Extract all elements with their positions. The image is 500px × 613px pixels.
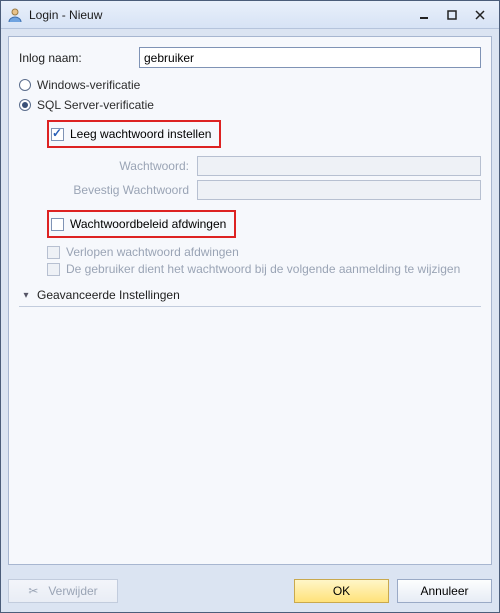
dialog-footer: ✂ Verwijder OK Annuleer — [8, 579, 492, 603]
login-name-label: Inlog naam: — [19, 51, 139, 65]
must-change-label: De gebruiker dient het wachtwoord bij de… — [66, 262, 460, 276]
blank-password-checkbox[interactable]: Leeg wachtwoord instellen — [51, 127, 211, 141]
advanced-settings-expander[interactable]: ▾ Geavanceerde Instellingen — [19, 282, 481, 307]
checkbox-icon — [47, 263, 60, 276]
user-icon — [7, 7, 23, 23]
enforce-policy-label: Wachtwoordbeleid afdwingen — [70, 217, 226, 231]
password-label: Wachtwoord: — [47, 159, 197, 173]
enforce-expiration-label: Verlopen wachtwoord afdwingen — [66, 245, 239, 259]
window-controls — [417, 8, 493, 22]
ok-button[interactable]: OK — [294, 579, 389, 603]
chevron-down-icon: ▾ — [19, 290, 33, 301]
cancel-button-label: Annuleer — [420, 584, 468, 598]
blank-password-label: Leeg wachtwoord instellen — [70, 127, 211, 141]
radio-icon — [19, 99, 31, 111]
checkbox-icon — [51, 218, 64, 231]
sql-auth-radio[interactable]: SQL Server-verificatie — [19, 98, 481, 112]
login-name-input[interactable] — [139, 47, 481, 68]
sql-auth-label: SQL Server-verificatie — [37, 98, 154, 112]
ok-button-label: OK — [333, 584, 350, 598]
delete-icon: ✂ — [28, 584, 42, 598]
radio-icon — [19, 79, 31, 91]
enforce-policy-checkbox[interactable]: Wachtwoordbeleid afdwingen — [51, 217, 226, 231]
window-title: Login - Nieuw — [29, 8, 417, 22]
confirm-password-input — [197, 180, 481, 200]
advanced-settings-label: Geavanceerde Instellingen — [37, 288, 180, 302]
cancel-button[interactable]: Annuleer — [397, 579, 492, 603]
delete-button-label: Verwijder — [48, 584, 97, 598]
maximize-button[interactable] — [445, 8, 459, 22]
checkbox-icon — [47, 246, 60, 259]
password-input — [197, 156, 481, 176]
highlight-blank-password: Leeg wachtwoord instellen — [47, 120, 221, 148]
windows-auth-label: Windows-verificatie — [37, 78, 140, 92]
confirm-password-label: Bevestig Wachtwoord — [47, 183, 197, 197]
checkbox-icon — [51, 128, 64, 141]
delete-button: ✂ Verwijder — [8, 579, 118, 603]
titlebar: Login - Nieuw — [1, 1, 499, 29]
highlight-enforce-policy: Wachtwoordbeleid afdwingen — [47, 210, 236, 238]
windows-auth-radio[interactable]: Windows-verificatie — [19, 78, 481, 92]
dialog-body: Inlog naam: Windows-verificatie SQL Serv… — [8, 36, 492, 565]
close-button[interactable] — [473, 8, 487, 22]
minimize-button[interactable] — [417, 8, 431, 22]
must-change-checkbox: De gebruiker dient het wachtwoord bij de… — [47, 262, 481, 276]
enforce-expiration-checkbox: Verlopen wachtwoord afdwingen — [47, 245, 481, 259]
